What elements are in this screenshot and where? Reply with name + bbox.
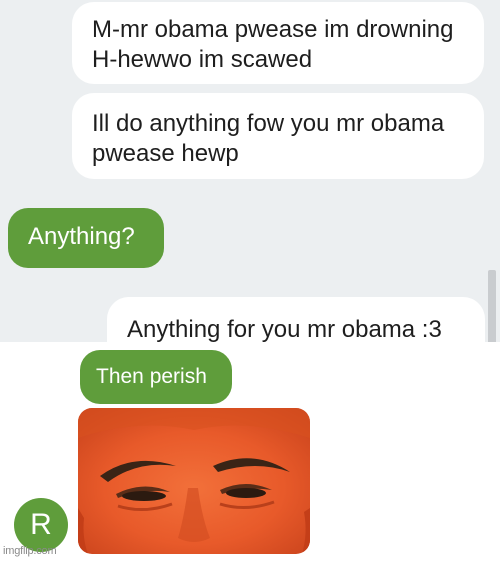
face-photo-drawing	[78, 408, 310, 554]
chat-panel-bottom: Then perish R	[0, 346, 500, 561]
scrollbar[interactable]	[488, 270, 496, 344]
message-text: M-mr obama pwease im drowning H-hewwo im…	[92, 16, 454, 73]
contact-avatar[interactable]: R	[14, 498, 68, 552]
outgoing-message-bubble[interactable]: Then perish	[80, 350, 232, 404]
incoming-message-bubble[interactable]: Ill do anything fow you mr obama pwease …	[72, 93, 484, 179]
incoming-message-bubble[interactable]: Anything for you mr obama :3	[107, 297, 485, 344]
watermark: imgflip.com	[3, 545, 57, 557]
chat-panel-top: M-mr obama pwease im drowning H-hewwo im…	[0, 0, 500, 344]
message-text: Ill do anything fow you mr obama pwease …	[92, 110, 445, 167]
message-text: Anything?	[28, 223, 135, 250]
avatar-initial: R	[30, 508, 52, 541]
incoming-message-bubble[interactable]: M-mr obama pwease im drowning H-hewwo im…	[72, 2, 484, 84]
face-photo-icon[interactable]	[78, 408, 310, 554]
message-text: Then perish	[96, 365, 207, 388]
outgoing-message-bubble[interactable]: Anything?	[8, 208, 164, 268]
message-text: Anything for you mr obama :3	[127, 316, 442, 343]
